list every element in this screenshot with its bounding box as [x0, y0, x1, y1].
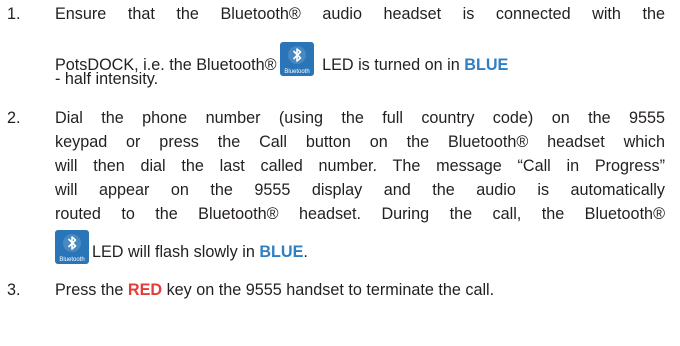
step-1-line-1: Ensure that the Bluetooth® audio headset… — [55, 5, 665, 23]
step-number: 2. — [7, 109, 21, 127]
step-number: 3. — [7, 281, 21, 299]
step-1-line-3: - half intensity. — [55, 70, 159, 88]
step-2-line-4: will appear on the 9555 display and the … — [55, 181, 665, 199]
color-word-blue: BLUE — [464, 56, 509, 74]
color-word-red: RED — [127, 281, 163, 299]
bluetooth-icon: Bluetooth — [55, 230, 89, 264]
svg-text:Bluetooth: Bluetooth — [284, 69, 309, 75]
step-2-line-5: routed to the Bluetooth® headset. During… — [55, 205, 665, 223]
bluetooth-icon: Bluetooth — [279, 42, 314, 76]
step-2-line-6: LED will flash slowly in BLUE. — [92, 243, 308, 261]
color-word-blue: BLUE — [259, 243, 304, 261]
step-2-line-1: Dial the phone number (using the full co… — [55, 109, 665, 127]
step-2-line-2: keypad or press the Call button on the B… — [55, 133, 665, 151]
step-3-line-1: Press the RED key on the 9555 handset to… — [55, 281, 495, 299]
step-2-line-3: will then dial the last called number. T… — [55, 157, 665, 175]
svg-text:Bluetooth: Bluetooth — [59, 257, 84, 263]
step-number: 1. — [7, 5, 21, 23]
